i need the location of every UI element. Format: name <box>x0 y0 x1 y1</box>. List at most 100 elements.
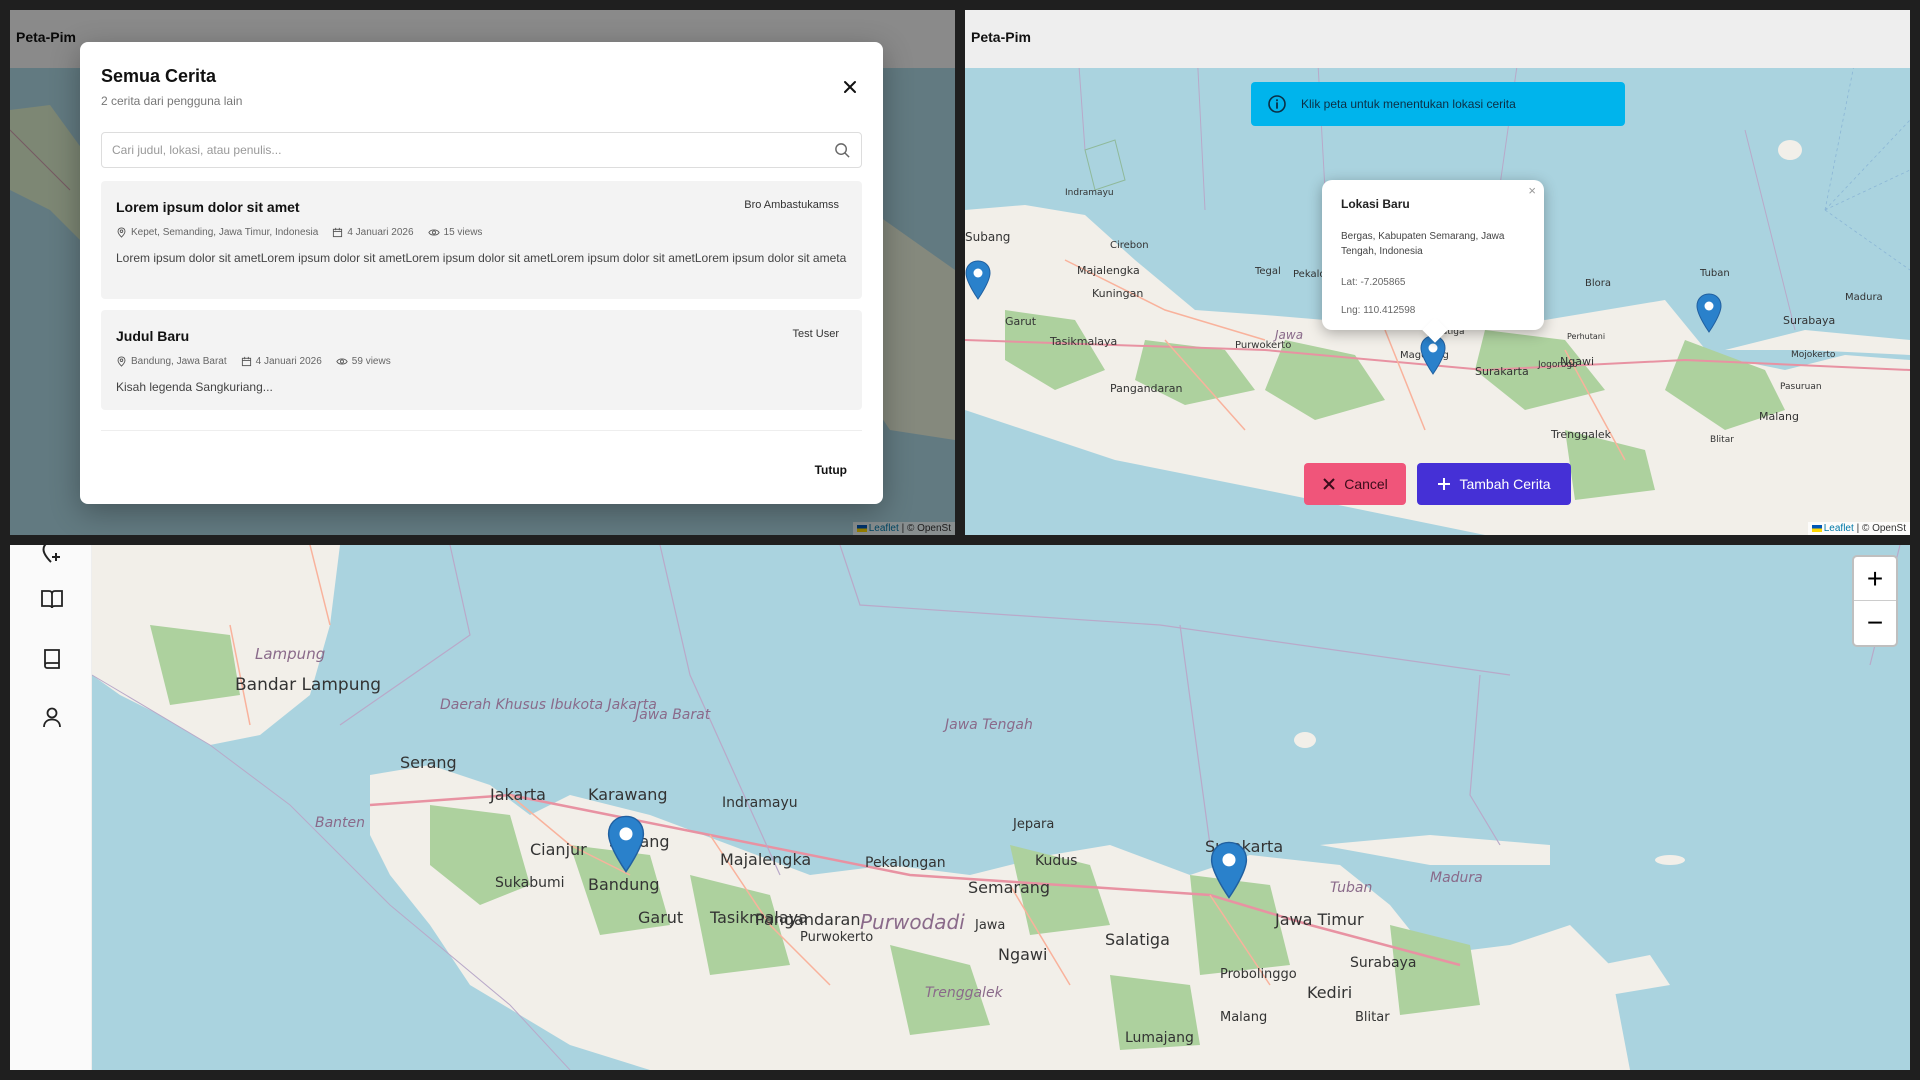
map-place-label: Kudus <box>1035 853 1078 869</box>
zoom-control: + − <box>1852 555 1898 647</box>
popup-address: Bergas, Kabupaten Semarang, Jawa Tengah,… <box>1341 231 1505 257</box>
map-place-label: Surakarta <box>1475 365 1529 378</box>
map-place-label: Salatiga <box>1105 930 1170 949</box>
story-excerpt: Lorem ipsum dolor sit ametLorem ipsum do… <box>116 251 847 265</box>
map-place-label: Jawa Tengah <box>945 717 1033 733</box>
main-map-panel: Lampung Bandar Lampung Daerah Khusus Ibuko… <box>10 545 1910 1070</box>
story-card[interactable]: Lorem ipsum dolor sit amet Bro Ambastuka… <box>101 181 862 299</box>
map-place-label: Jawa Timur <box>1275 910 1364 929</box>
map-place-label: Karawang <box>588 785 668 804</box>
map-marker-icon[interactable] <box>1210 841 1248 899</box>
eye-icon <box>427 229 440 236</box>
map-place-label: Sukabumi <box>495 875 565 891</box>
map-place-label: Jepara <box>1013 817 1055 832</box>
popup-close-icon[interactable]: × <box>1528 183 1536 198</box>
map-place-label: Blitar <box>1355 1010 1390 1025</box>
map-place-label: Cianjur <box>530 840 587 859</box>
app-header: Peta-Pim <box>965 10 1910 68</box>
info-banner-text: Klik peta untuk menentukan lokasi cerita <box>1301 97 1516 111</box>
story-title: Judul Baru <box>116 328 190 344</box>
story-date: 4 Januari 2026 <box>255 356 322 367</box>
location-pin-icon <box>117 227 126 238</box>
popup-latitude: Lat: -7.205865 <box>1341 277 1406 288</box>
calendar-icon <box>333 227 343 238</box>
map-place-label: Purwodadi <box>860 910 965 934</box>
leaflet-link[interactable]: Leaflet <box>1824 523 1854 534</box>
map-place-label: Surabaya <box>1350 955 1417 971</box>
map-place-label: Indramayu <box>1065 188 1114 198</box>
map-place-label: Tuban <box>1330 880 1373 896</box>
story-author: Bro Ambastukamss <box>744 199 839 211</box>
map-place-label: Majalengka <box>720 850 812 869</box>
info-icon <box>1268 95 1286 113</box>
map-place-label: Malang <box>1220 1010 1268 1025</box>
eye-icon <box>336 358 348 365</box>
story-list-panel: Peta-Pim Leaflet | © OpenSt Semua Cerita… <box>10 10 955 535</box>
map-place-label: Pekalongan <box>865 855 946 871</box>
story-meta: Bandung, Jawa Barat 4 Januari 2026 59 vi… <box>116 356 405 367</box>
modal-subtitle: 2 cerita dari pengguna lain <box>101 94 243 108</box>
modal-title: Semua Cerita <box>101 66 217 86</box>
book-open-icon[interactable] <box>39 586 65 612</box>
add-story-panel: Peta-Pim Subang Indramayu Cirebon Majalengk… <box>965 10 1910 535</box>
cancel-button[interactable]: Cancel <box>1304 463 1406 505</box>
map-place-label: Cirebon <box>1110 240 1149 251</box>
app-brand[interactable]: Peta-Pim <box>971 29 1031 45</box>
map-place-label: Kediri <box>1307 983 1353 1002</box>
map-place-label: Tuban <box>1700 268 1730 279</box>
new-location-popup: × Lokasi Baru Bergas, Kabupaten Semarang… <box>1322 180 1544 330</box>
story-location: Bandung, Jawa Barat <box>131 356 227 367</box>
map-place-label: Ngawi <box>998 945 1048 964</box>
map-place-label: Bandar Lampung <box>235 675 382 695</box>
map-place-label: Blitar <box>1710 435 1734 445</box>
add-story-label: Tambah Cerita <box>1459 476 1551 492</box>
map-place-label: Jawa Barat <box>635 707 711 723</box>
story-views: 59 views <box>351 356 391 367</box>
all-stories-modal: Semua Cerita 2 cerita dari pengguna lain… <box>80 42 883 504</box>
map-place-label: Trenggalek <box>1551 428 1612 441</box>
info-banner: Klik peta untuk menentukan lokasi cerita <box>1251 82 1625 126</box>
close-icon[interactable] <box>841 78 859 96</box>
location-pin-icon <box>117 356 126 367</box>
add-location-icon[interactable] <box>39 545 65 565</box>
map-marker-icon[interactable] <box>607 815 645 873</box>
map-marker-icon[interactable] <box>1696 293 1722 333</box>
search-input[interactable] <box>102 133 802 167</box>
map-place-label: Jawa <box>975 918 1006 933</box>
map-place-label: Tegal <box>1255 266 1281 277</box>
map-place-label: Semarang <box>968 878 1051 897</box>
map-place-label: Lumajang <box>1125 1030 1194 1046</box>
map-place-label: Jogorogo <box>1538 360 1578 370</box>
close-button[interactable]: Tutup <box>815 463 847 477</box>
story-views: 15 views <box>443 227 483 238</box>
story-card[interactable]: Judul Baru Test User Bandung, Jawa Barat… <box>101 310 862 410</box>
plus-icon <box>1438 478 1451 490</box>
map-place-label: Lampung <box>255 645 326 663</box>
map-place-label: Madura <box>1845 292 1883 303</box>
map-place-label: Mojokerto <box>1791 350 1836 360</box>
map-place-label: Madura <box>1430 870 1483 886</box>
story-author: Test User <box>792 328 839 340</box>
search-icon[interactable] <box>834 142 851 159</box>
map-place-label: Garut <box>638 908 684 927</box>
user-icon[interactable] <box>39 704 65 730</box>
map-place-label: Banten <box>315 815 366 831</box>
popup-title: Lokasi Baru <box>1341 197 1410 211</box>
zoom-out-button[interactable]: − <box>1854 601 1896 645</box>
map-place-label: Daerah Khusus Ibukota Jakarta <box>440 697 657 713</box>
map-place-label: Tasikmalaya <box>1050 335 1118 348</box>
sidebar <box>10 545 92 1070</box>
book-icon[interactable] <box>39 646 65 672</box>
map-place-label: Bandung <box>588 875 660 894</box>
map-place-label: Pasuruan <box>1780 382 1822 392</box>
map-marker-icon[interactable] <box>965 260 991 300</box>
story-location: Kepet, Semanding, Jawa Timur, Indonesia <box>131 227 319 238</box>
map-place-label: Malang <box>1759 410 1799 423</box>
zoom-in-button[interactable]: + <box>1854 557 1896 601</box>
map-attribution: Leaflet | © OpenSt <box>1807 522 1910 535</box>
map-place-label: Perhutani <box>1567 332 1606 341</box>
map-place-label: Garut <box>1005 315 1037 328</box>
story-meta: Kepet, Semanding, Jawa Timur, Indonesia … <box>116 227 496 238</box>
add-story-button[interactable]: Tambah Cerita <box>1417 463 1571 505</box>
map-place-label: Trenggalek <box>925 985 1003 1001</box>
